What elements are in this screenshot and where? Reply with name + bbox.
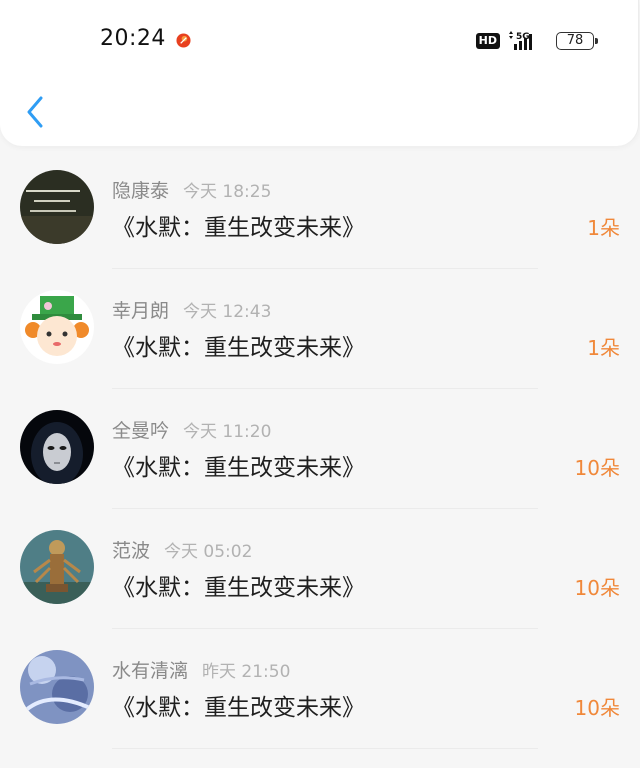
status-time: 20:24	[100, 26, 166, 51]
signal-5g-icon: 5G	[508, 30, 546, 52]
hd-badge: HD	[475, 33, 500, 49]
avatar[interactable]	[20, 530, 94, 604]
flower-count: 10朵	[574, 456, 620, 480]
user-name: 水有清漓	[112, 660, 189, 682]
gift-list: 隐康泰 今天 18:25 《水默：重生改变未来》 1朵 幸月朗 今天 12:43 《…	[0, 150, 640, 750]
timestamp: 昨天 21:50	[202, 662, 291, 682]
timestamp: 今天 18:25	[183, 182, 272, 202]
book-title: 《水默：重生改变未来》	[112, 335, 365, 361]
list-item[interactable]: 隐康泰 今天 18:25 《水默：重生改变未来》 1朵	[0, 150, 640, 270]
book-title: 《水默：重生改变未来》	[112, 575, 365, 601]
divider	[112, 388, 538, 389]
back-button[interactable]	[18, 92, 52, 132]
book-title: 《水默：重生改变未来》	[112, 215, 365, 241]
list-item[interactable]: 全曼吟 今天 11:20 《水默：重生改变未来》 10朵	[0, 390, 640, 510]
divider	[112, 748, 538, 749]
user-name: 全曼吟	[112, 420, 170, 442]
timestamp: 今天 12:43	[183, 302, 272, 322]
user-name: 幸月朗	[112, 300, 170, 322]
divider	[112, 268, 538, 269]
list-item[interactable]: 范波 今天 05:02 《水默：重生改变未来》 10朵	[0, 510, 640, 630]
user-name: 隐康泰	[112, 180, 170, 202]
battery-icon: 78	[556, 32, 598, 50]
notification-app-icon	[176, 33, 191, 48]
flower-count: 1朵	[587, 216, 620, 240]
avatar[interactable]	[20, 650, 94, 724]
book-title: 《水默：重生改变未来》	[112, 455, 365, 481]
flower-count: 10朵	[574, 696, 620, 720]
timestamp: 今天 11:20	[183, 422, 272, 442]
list-item[interactable]: 幸月朗 今天 12:43 《水默：重生改变未来》 1朵	[0, 270, 640, 390]
flower-count: 10朵	[574, 576, 620, 600]
divider	[112, 508, 538, 509]
avatar[interactable]	[20, 170, 94, 244]
network-label: 5G	[516, 32, 530, 42]
book-title: 《水默：重生改变未来》	[112, 695, 365, 721]
status-icons: HD 5G 78	[475, 29, 598, 53]
list-item[interactable]: 水有清漓 昨天 21:50 《水默：重生改变未来》 10朵	[0, 630, 640, 750]
divider	[112, 628, 538, 629]
avatar[interactable]	[20, 290, 94, 364]
chevron-left-icon	[27, 96, 43, 128]
user-name: 范波	[112, 540, 151, 562]
timestamp: 今天 05:02	[164, 542, 253, 562]
avatar[interactable]	[20, 410, 94, 484]
top-header: 20:24 HD 5G 78	[0, 0, 639, 146]
flower-count: 1朵	[587, 336, 620, 360]
